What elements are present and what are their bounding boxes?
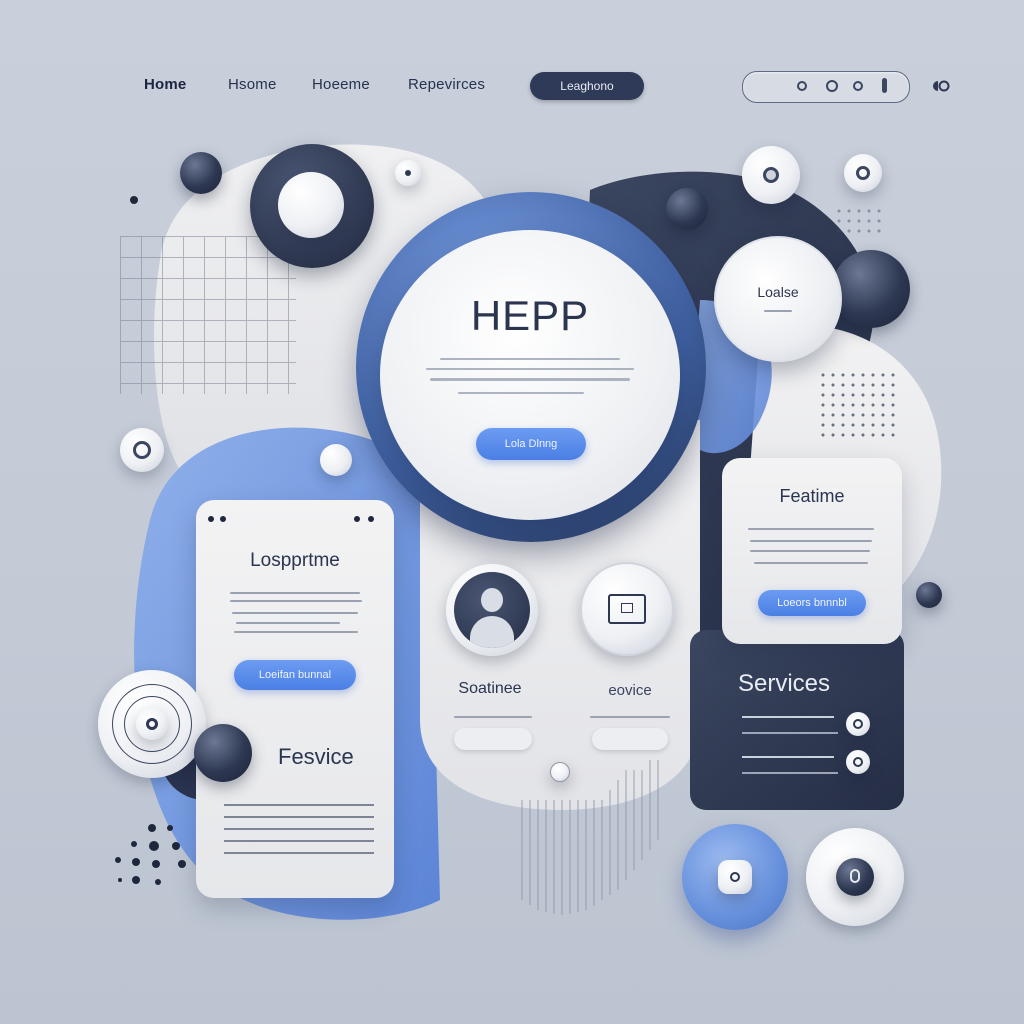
device-button[interactable] xyxy=(580,562,674,656)
decorative-dot-grid xyxy=(818,370,900,442)
decorative-sphere xyxy=(666,188,708,230)
top-right-badge[interactable]: Loalse xyxy=(714,236,842,362)
decorative-sphere xyxy=(916,582,942,608)
services-toggle-icon[interactable] xyxy=(846,712,870,736)
small-target-button[interactable] xyxy=(844,154,882,192)
left-card-title: Lospprtme xyxy=(250,550,340,571)
left-card-section-title: Fesvice xyxy=(278,744,354,769)
decorative-sphere xyxy=(180,152,222,194)
decorative-sphere xyxy=(320,444,352,476)
scroll-indicator[interactable] xyxy=(550,762,570,782)
decorative-sphere xyxy=(395,160,421,186)
services-toggle-icon[interactable] xyxy=(846,750,870,774)
hero-cta-button[interactable]: Lola Dlnng xyxy=(476,428,586,460)
decorative-grid xyxy=(120,236,296,394)
small-target-button[interactable] xyxy=(742,146,800,204)
dark-ring-button[interactable] xyxy=(250,144,374,268)
square-knob-icon xyxy=(718,860,752,894)
ring-knob xyxy=(278,172,344,238)
left-card-button[interactable]: Loeifan bunnal xyxy=(234,660,356,690)
profile-button[interactable] xyxy=(446,564,538,656)
right-card: Featime Loeors bnnnbl xyxy=(722,458,902,644)
decorative-sphere xyxy=(194,724,252,782)
target-icon[interactable] xyxy=(98,670,206,778)
device-action-pill[interactable] xyxy=(592,728,668,750)
white-orb-button[interactable] xyxy=(806,828,904,926)
decorative-dot xyxy=(130,196,138,204)
services-title: Services xyxy=(738,670,831,697)
small-target-button[interactable] xyxy=(120,428,164,472)
services-panel: Services xyxy=(690,630,904,810)
right-card-title: Featime xyxy=(779,486,845,506)
device-label: eovice xyxy=(608,682,652,699)
blue-orb-button[interactable] xyxy=(682,824,788,930)
decorative-dot-grid xyxy=(834,206,886,238)
right-card-button[interactable]: Loeors bnnnbl xyxy=(758,590,866,616)
badge-title: Loalse xyxy=(757,284,799,300)
user-avatar-icon xyxy=(454,572,530,648)
profile-action-pill[interactable] xyxy=(454,728,532,750)
decorative-sphere xyxy=(832,250,910,328)
profile-label: Soatinee xyxy=(458,680,522,697)
device-icon xyxy=(608,594,646,624)
decorative-dots xyxy=(115,824,186,885)
hero-card: HEPP Lola Dlnng xyxy=(380,230,680,520)
hero-title: HEPP xyxy=(470,292,590,339)
left-card: Lospprtme Loeifan bunnal Fesvice xyxy=(196,500,394,898)
